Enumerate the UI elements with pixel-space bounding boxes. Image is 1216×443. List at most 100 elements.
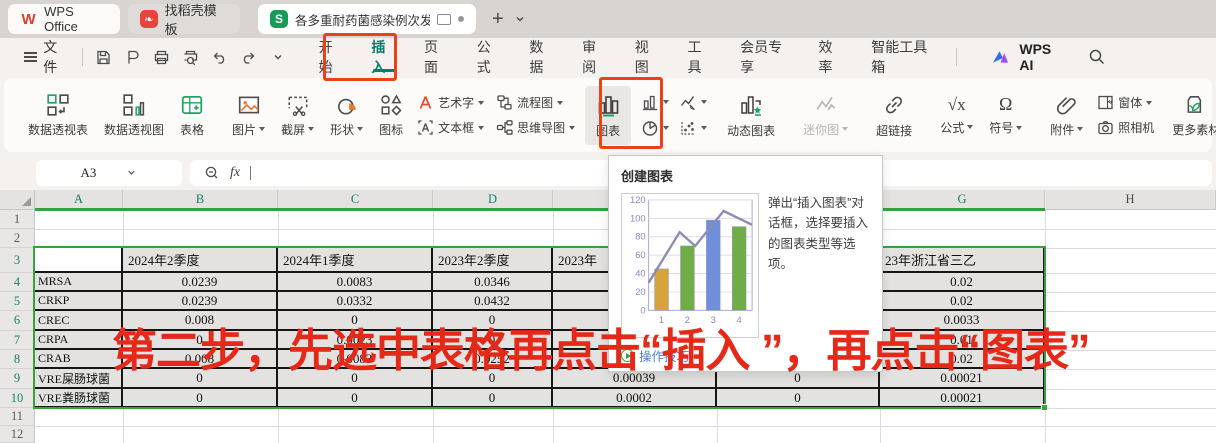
table-header-cell[interactable]: 2024年1季度 — [278, 248, 433, 273]
table-value-cell[interactable]: 0.0332 — [278, 292, 433, 311]
table-header-cell[interactable]: 23年浙江省三乙 — [880, 248, 1045, 273]
menu-tab-工具[interactable]: 工具 — [687, 38, 713, 76]
data-table[interactable]: 2024年2季度2024年1季度2023年2季度2023年23年浙江省三乙MRS… — [35, 248, 1045, 408]
wordart-dropdown-caret[interactable] — [478, 101, 484, 105]
table-value-cell[interactable]: 0 — [278, 369, 433, 389]
row-header-10[interactable]: 10 — [0, 389, 35, 408]
table-value-cell[interactable]: 0.0083 — [278, 350, 433, 369]
undo-icon[interactable] — [211, 48, 229, 66]
table-value-cell[interactable]: 0.0432 — [433, 292, 553, 311]
symbol-caret[interactable] — [1016, 126, 1022, 130]
new-tab-button[interactable]: + — [492, 8, 504, 31]
icons-button[interactable]: 图标 — [371, 89, 411, 142]
row-header-4[interactable]: 4 — [0, 273, 35, 292]
table-value-cell[interactable]: 0.00021 — [880, 369, 1045, 389]
mindmap-dropdown-caret[interactable] — [569, 126, 575, 130]
hyperlink-button[interactable]: 超链接 — [868, 88, 920, 143]
pie-chart-dropdown[interactable] — [641, 119, 669, 137]
table-value-cell[interactable]: 0 — [123, 331, 278, 350]
bar-chart-dropdown[interactable] — [641, 93, 669, 111]
table-value-cell[interactable]: 0.0083 — [278, 273, 433, 292]
chart-button[interactable]: 图表 — [585, 86, 631, 145]
scatter-chart-dropdown[interactable] — [679, 119, 707, 137]
flowchart-dropdown-caret[interactable] — [557, 101, 563, 105]
table-value-cell[interactable]: 0.008 — [123, 350, 278, 369]
table-value-cell[interactable]: 0 — [433, 311, 553, 331]
menu-tab-插入[interactable]: 插入 — [371, 38, 397, 76]
pivot-chart-button[interactable]: 数据透视图 — [96, 89, 172, 142]
redo-icon[interactable] — [240, 48, 258, 66]
column-header-G[interactable]: G — [880, 190, 1045, 210]
picture-button[interactable]: 图片 — [224, 89, 273, 142]
table-value-cell[interactable]: 0.02 — [880, 350, 1045, 369]
pivot-table-button[interactable]: 数据透视表 — [20, 89, 96, 142]
select-all-corner[interactable] — [0, 190, 35, 210]
table-value-cell[interactable]: 0 — [717, 389, 880, 408]
table-value-cell[interactable]: 0 — [717, 369, 880, 389]
menu-tab-公式[interactable]: 公式 — [477, 38, 503, 76]
table-value-cell[interactable]: 0 — [123, 369, 278, 389]
attachment-button[interactable]: 附件 — [1042, 89, 1091, 142]
tips-link[interactable]: 操作技巧 — [621, 346, 870, 365]
table-value-cell[interactable]: 0.0239 — [123, 273, 278, 292]
active-cell-A3[interactable] — [35, 248, 123, 273]
table-value-cell[interactable]: 0 — [123, 389, 278, 408]
row-label-cell[interactable]: CRAB — [35, 350, 123, 369]
table-value-cell[interactable]: 0.008 — [123, 311, 278, 331]
table-value-cell[interactable]: 0 — [433, 369, 553, 389]
file-menu-button[interactable]: 文件 — [24, 37, 70, 77]
table-header-cell[interactable]: 2024年2季度 — [123, 248, 278, 273]
wps-office-home-tab[interactable]: W WPS Office — [8, 4, 120, 34]
print-preview-icon[interactable] — [182, 48, 200, 66]
symbol-button[interactable]: Ω 符号 — [981, 90, 1030, 140]
shapes-button[interactable]: 形状 — [322, 89, 371, 142]
column-header-D[interactable]: D — [433, 190, 553, 210]
table-value-cell[interactable]: 0.0346 — [433, 273, 553, 292]
screenshot-button[interactable]: 截屏 — [273, 89, 322, 142]
row-label-cell[interactable]: CRPA — [35, 331, 123, 350]
row-header-9[interactable]: 9 — [0, 369, 35, 389]
row-header-8[interactable]: 8 — [0, 350, 35, 369]
menu-tab-视图[interactable]: 视图 — [635, 38, 661, 76]
table-value-cell[interactable]: 0 — [433, 331, 553, 350]
table-button[interactable]: 表格 — [172, 89, 212, 142]
export-pdf-icon[interactable] — [124, 48, 142, 66]
table-value-cell[interactable]: 0.0252 — [433, 350, 553, 369]
form-button[interactable]: 窗体 — [1097, 94, 1154, 111]
row-header-2[interactable]: 2 — [0, 229, 35, 248]
table-value-cell[interactable]: 0 — [433, 389, 553, 408]
document-tab[interactable]: S 各多重耐药菌感染例次发生率… — [258, 4, 476, 34]
table-value-cell[interactable]: 0.0033 — [880, 311, 1045, 331]
print-icon[interactable] — [153, 48, 171, 66]
table-value-cell[interactable]: 0 — [278, 311, 433, 331]
table-value-cell[interactable]: 0 — [278, 389, 433, 408]
wps-ai-button[interactable]: WPS AI — [992, 41, 1066, 73]
camera-button[interactable]: 照相机 — [1097, 119, 1154, 136]
mindmap-button[interactable]: 思维导图 — [496, 119, 575, 136]
textbox-dropdown-caret[interactable] — [478, 126, 484, 130]
menu-tab-页面[interactable]: 页面 — [424, 38, 450, 76]
row-header-3[interactable]: 3 — [0, 248, 35, 273]
row-header-12[interactable]: 12 — [0, 426, 35, 443]
line-chart-dropdown[interactable] — [679, 93, 707, 111]
menu-tab-审阅[interactable]: 审阅 — [582, 38, 608, 76]
row-label-cell[interactable]: CREC — [35, 311, 123, 331]
attachment-caret[interactable] — [1077, 127, 1083, 131]
dynamic-chart-button[interactable]: 动态图表 — [719, 88, 783, 143]
flowchart-button[interactable]: 流程图 — [496, 94, 575, 111]
quick-access-chevron-icon[interactable] — [269, 48, 287, 66]
table-value-cell[interactable]: 0.02 — [880, 273, 1045, 292]
menu-tab-智能工具箱[interactable]: 智能工具箱 — [871, 38, 935, 76]
table-value-cell[interactable]: 0.02 — [880, 292, 1045, 311]
name-box[interactable]: A3 — [36, 160, 182, 186]
row-header-5[interactable]: 5 — [0, 292, 35, 311]
row-header-7[interactable]: 7 — [0, 331, 35, 350]
column-header-A[interactable]: A — [35, 190, 123, 210]
menu-tab-开始[interactable]: 开始 — [319, 38, 345, 76]
row-header-1[interactable]: 1 — [0, 210, 35, 229]
row-header-11[interactable]: 11 — [0, 408, 35, 426]
formula-button[interactable]: √x 公式 — [932, 91, 981, 140]
more-assets-button[interactable]: 更多素材 — [1164, 89, 1216, 142]
docer-template-tab[interactable]: ❧ 找稻壳模板 — [128, 4, 240, 34]
menu-tab-会员专享[interactable]: 会员专享 — [740, 38, 791, 76]
